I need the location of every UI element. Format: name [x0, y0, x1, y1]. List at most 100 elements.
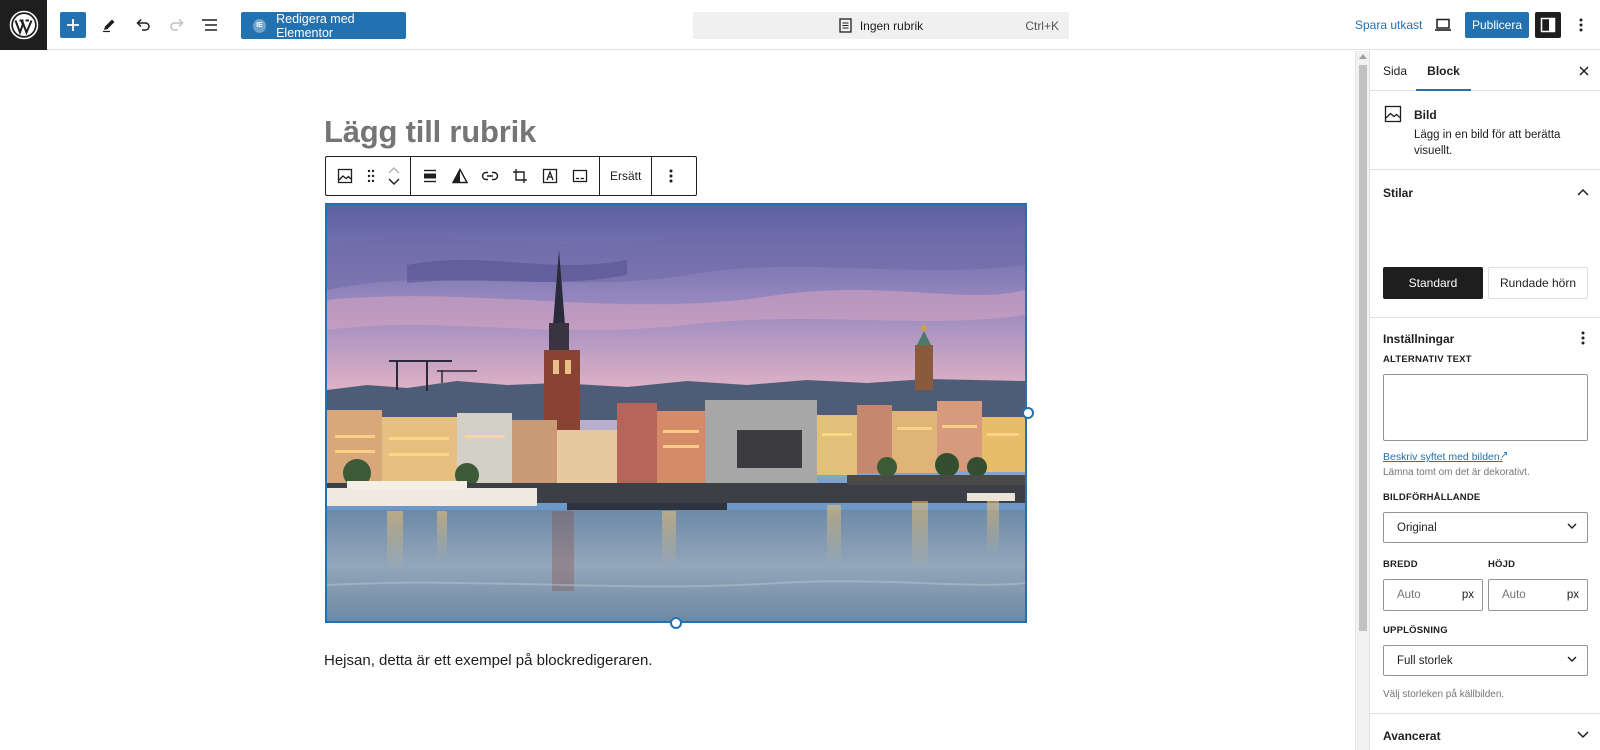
block-movers [382, 157, 406, 195]
styles-panel-title: Stilar [1383, 186, 1414, 200]
height-unit: px [1566, 589, 1579, 601]
image-block[interactable] [325, 203, 1027, 623]
settings-options-button[interactable] [1575, 330, 1591, 346]
command-shortcut: Ctrl+K [1025, 19, 1059, 33]
align-wide-icon [424, 169, 436, 183]
wordpress-logo-icon[interactable] [0, 0, 47, 50]
alt-text-help: Lämna tomt om det är dekorativt. [1383, 467, 1530, 478]
link-button[interactable] [475, 157, 505, 195]
duotone-filter-icon [452, 168, 468, 184]
alt-text-help-link[interactable]: Beskriv syftet med bilden. [1383, 451, 1503, 463]
aspect-ratio-label: BILDFÖRHÅLLANDE [1383, 492, 1481, 503]
resolution-select[interactable]: Full storlek [1383, 645, 1588, 676]
sidebar-settings-icon [1540, 17, 1556, 33]
block-toolbar: Ersätt [325, 156, 697, 196]
options-menu-button[interactable] [1571, 12, 1591, 38]
sidebar-tabs: Sida Block [1370, 51, 1600, 91]
move-up-icon[interactable] [388, 167, 400, 174]
edit-tools-button[interactable] [96, 12, 122, 38]
drag-handle[interactable] [360, 157, 382, 195]
aspect-ratio-value: Original [1397, 521, 1437, 534]
scroll-up-arrow-icon[interactable] [1359, 54, 1367, 59]
more-vertical-icon [669, 169, 673, 183]
undo-button[interactable] [130, 12, 156, 38]
preview-button[interactable] [1430, 12, 1456, 38]
more-vertical-icon [1579, 18, 1583, 32]
editor-header: IE Redigera med Elementor Ingen rubrik C… [0, 0, 1600, 50]
settings-toggle-button[interactable] [1535, 12, 1561, 38]
elementor-icon: IE [253, 18, 267, 33]
save-draft-button[interactable]: Spara utkast [1355, 18, 1422, 32]
resize-handle-bottom[interactable] [670, 617, 682, 629]
list-view-button[interactable] [197, 12, 223, 38]
redo-button[interactable] [164, 12, 190, 38]
caption-button[interactable] [565, 157, 595, 195]
advanced-panel-toggle[interactable]: Avancerat [1370, 714, 1600, 750]
block-card-description: Lägg in en bild för att berätta visuellt… [1414, 129, 1561, 157]
close-icon [1579, 66, 1589, 76]
image-icon [1384, 105, 1402, 123]
style-standard-option[interactable]: Standard [1383, 267, 1483, 299]
link-icon [481, 171, 499, 181]
block-type-button[interactable] [330, 157, 360, 195]
canvas-scrollbar[interactable] [1355, 51, 1369, 750]
tab-page[interactable]: Sida [1383, 51, 1407, 91]
scroll-thumb[interactable] [1359, 65, 1367, 631]
style-rounded-option[interactable]: Rundade hörn [1488, 267, 1588, 299]
drag-handle-icon [367, 169, 375, 183]
settings-panel-title: Inställningar [1383, 332, 1455, 346]
chevron-up-icon [1575, 184, 1591, 200]
width-unit: px [1461, 589, 1474, 601]
height-input[interactable]: Auto px [1488, 579, 1588, 611]
text-overlay-icon [542, 168, 558, 184]
settings-sidebar: Sida Block Bild Lägg in en bild för att … [1369, 51, 1600, 750]
list-view-icon [202, 19, 217, 31]
resolution-help: Välj storleken på källbilden. [1383, 689, 1505, 700]
page-icon [839, 18, 852, 33]
document-title: Ingen rubrik [693, 12, 1069, 39]
align-button[interactable] [415, 157, 445, 195]
tab-block[interactable]: Block [1416, 51, 1471, 91]
block-options-button[interactable] [656, 157, 686, 195]
resize-handle-right[interactable] [1022, 407, 1034, 419]
replace-group: Ersätt [600, 157, 653, 195]
resolution-value: Full storlek [1397, 654, 1453, 667]
cityscape-image [327, 205, 1025, 621]
crop-button[interactable] [505, 157, 535, 195]
command-palette-bar[interactable]: Ingen rubrik Ctrl+K [693, 12, 1069, 39]
chevron-down-icon [1567, 656, 1577, 662]
replace-button[interactable]: Ersätt [604, 169, 647, 183]
height-label: HÖJD [1488, 559, 1516, 570]
aspect-ratio-select[interactable]: Original [1383, 512, 1588, 543]
undo-icon [136, 18, 150, 31]
width-placeholder: Auto [1397, 589, 1421, 601]
plus-icon [67, 19, 79, 31]
paragraph-block[interactable]: Hejsan, detta är ett exempel på blockred… [324, 652, 653, 669]
block-card-title: Bild [1414, 108, 1437, 122]
resolution-label: UPPLÖSNING [1383, 625, 1448, 636]
close-sidebar-button[interactable] [1575, 62, 1593, 80]
block-card: Bild Lägg in en bild för att berätta vis… [1370, 91, 1600, 170]
chevron-down-icon [1567, 523, 1577, 529]
publish-button[interactable]: Publicera [1465, 12, 1529, 38]
styles-panel-toggle[interactable]: Stilar [1370, 171, 1600, 215]
alt-text-label: ALTERNATIV TEXT [1383, 354, 1472, 365]
external-link-icon: ↗ [1500, 450, 1509, 461]
alt-text-input[interactable] [1383, 374, 1588, 441]
move-down-icon[interactable] [388, 178, 400, 185]
edit-with-elementor-button[interactable]: IE Redigera med Elementor [241, 11, 406, 40]
add-block-button[interactable] [60, 12, 86, 38]
width-input[interactable]: Auto px [1383, 579, 1483, 611]
pencil-icon [103, 19, 115, 33]
post-title-input[interactable]: Lägg till rubrik [324, 114, 536, 150]
height-placeholder: Auto [1502, 589, 1526, 601]
duotone-button[interactable] [445, 157, 475, 195]
chevron-down-icon [1575, 727, 1591, 743]
image-icon [337, 168, 353, 184]
crop-icon [513, 169, 527, 183]
elementor-button-label: Redigera med Elementor [276, 11, 355, 40]
text-overlay-button[interactable] [535, 157, 565, 195]
document-title-text: Ingen rubrik [859, 18, 924, 33]
width-label: BREDD [1383, 559, 1418, 570]
desktop-preview-icon [1435, 18, 1451, 31]
